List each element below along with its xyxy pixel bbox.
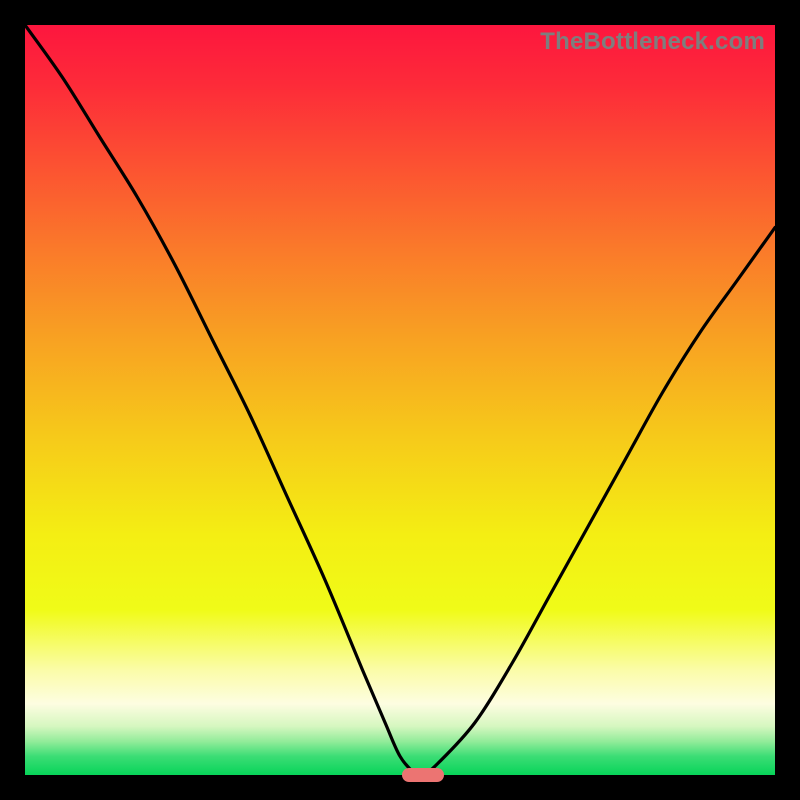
optimum-marker: [402, 768, 444, 782]
chart-plot-area: TheBottleneck.com: [25, 25, 775, 775]
chart-curve-layer: [25, 25, 775, 775]
bottleneck-curve: [25, 25, 775, 775]
